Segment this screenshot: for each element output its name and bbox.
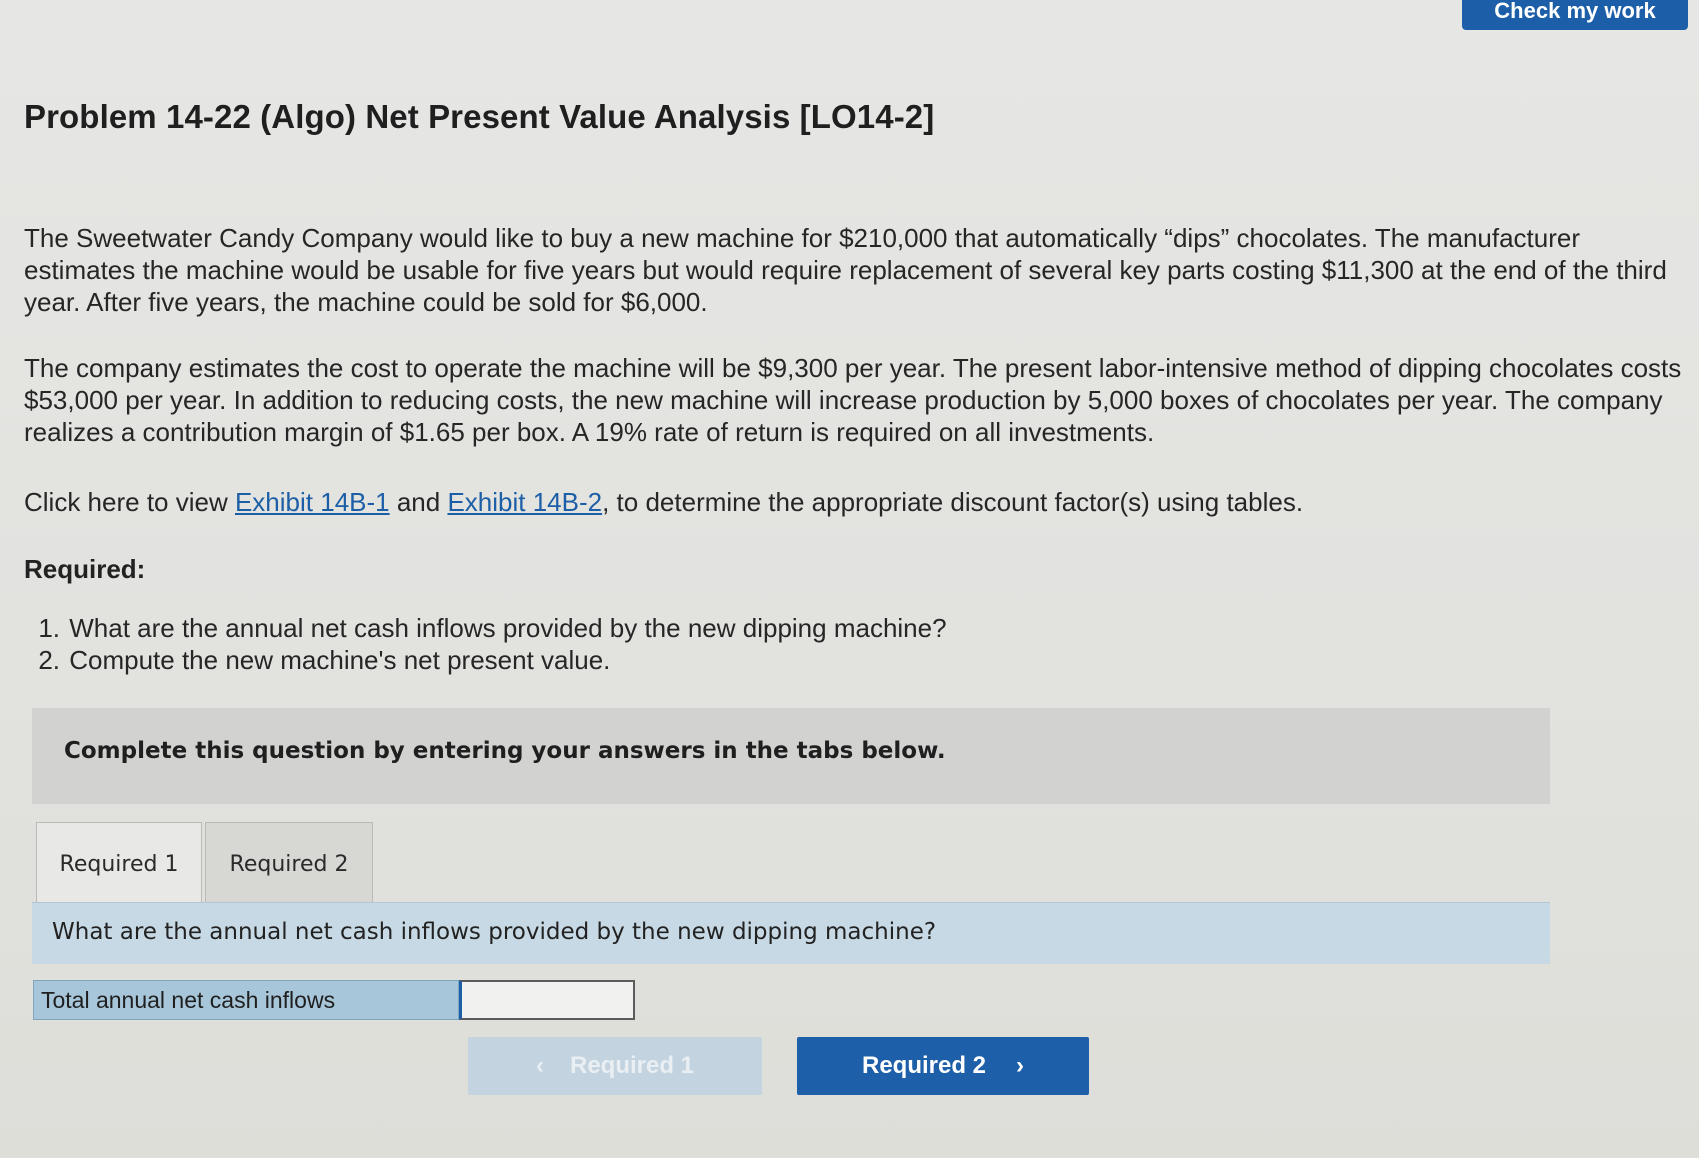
requirement-item: 1. What are the annual net cash inflows …: [28, 612, 947, 644]
next-button-label: Required 2: [861, 1052, 987, 1079]
requirement-number: 2.: [38, 645, 60, 675]
tab-required-2[interactable]: Required 2: [205, 822, 373, 906]
required-heading: Required:: [24, 554, 146, 584]
exhibit-suffix: , to determine the appropriate discount …: [602, 487, 1304, 517]
instruction-panel: Complete this question by entering your …: [32, 708, 1550, 804]
problem-paragraph-2: The company estimates the cost to operat…: [24, 353, 1682, 447]
exhibit-instructions: Click here to view Exhibit 14B-1 and Exh…: [24, 486, 1684, 518]
requirement-text: Compute the new machine's net present va…: [69, 645, 611, 675]
chevron-left-icon: ‹: [535, 1052, 544, 1079]
instruction-text: Complete this question by entering your …: [64, 738, 946, 764]
problem-paragraph-1: The Sweetwater Candy Company would like …: [24, 223, 1667, 317]
question-text: What are the annual net cash inflows pro…: [52, 919, 937, 945]
check-my-work-label: Check my work: [1494, 0, 1656, 23]
chevron-right-icon: ›: [1016, 1052, 1025, 1079]
exhibit-14b-2-link[interactable]: Exhibit 14B-2: [447, 487, 602, 517]
prev-button-label: Required 1: [569, 1052, 695, 1079]
next-required-2-button[interactable]: Required 2 ›: [797, 1037, 1089, 1095]
requirement-number: 1.: [38, 613, 60, 643]
prev-required-1-button[interactable]: ‹ Required 1: [468, 1037, 762, 1095]
answer-row: Total annual net cash inflows: [33, 980, 635, 1020]
problem-title: Problem 14-22 (Algo) Net Present Value A…: [24, 98, 935, 135]
requirements-list: 1. What are the annual net cash inflows …: [28, 612, 947, 676]
page: Check my work Problem 14-22 (Algo) Net P…: [0, 0, 1699, 1158]
tab-label: Required 2: [229, 852, 349, 877]
annual-net-cash-inflows-input[interactable]: [459, 980, 635, 1020]
exhibit-14b-1-link[interactable]: Exhibit 14B-1: [235, 487, 390, 517]
requirement-text: What are the annual net cash inflows pro…: [69, 613, 947, 643]
exhibit-prefix: Click here to view: [24, 487, 235, 517]
tab-label: Required 1: [59, 852, 179, 877]
exhibit-between: and: [389, 487, 448, 517]
question-bar: What are the annual net cash inflows pro…: [32, 902, 1550, 964]
check-my-work-button[interactable]: Check my work: [1462, 0, 1688, 30]
requirement-item: 2. Compute the new machine's net present…: [28, 644, 947, 676]
tab-required-1[interactable]: Required 1: [36, 822, 202, 906]
answer-label: Total annual net cash inflows: [33, 980, 459, 1020]
